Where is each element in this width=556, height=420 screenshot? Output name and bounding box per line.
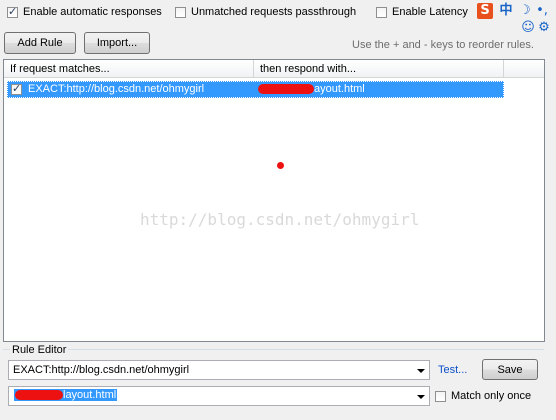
sogou-ime-icon[interactable]: S bbox=[477, 3, 493, 19]
import-button[interactable]: Import... bbox=[84, 32, 150, 54]
reorder-hint: Use the + and - keys to reorder rules. bbox=[352, 39, 534, 51]
respond-with-text: layout.html bbox=[63, 389, 117, 401]
rule-respond-cell: ayout.html bbox=[258, 83, 365, 95]
unmatched-passthrough-label: Unmatched requests passthrough bbox=[191, 6, 357, 18]
match-only-once-checkbox[interactable] bbox=[435, 391, 446, 402]
rule-match-cell: EXACT:http://blog.csdn.net/ohmygirl bbox=[28, 83, 205, 95]
enable-automatic-responses-checkbox[interactable] bbox=[7, 5, 18, 18]
add-rule-button[interactable]: Add Rule bbox=[4, 32, 76, 54]
respond-with-value: layout.html bbox=[14, 389, 118, 401]
enable-latency-checkbox[interactable] bbox=[376, 7, 387, 18]
rules-list[interactable]: If request matches... then respond with.… bbox=[3, 59, 545, 342]
chevron-down-icon[interactable] bbox=[417, 369, 425, 373]
rule-enabled-checkbox[interactable] bbox=[11, 82, 22, 95]
enable-automatic-responses-label: Enable automatic responses bbox=[23, 6, 162, 18]
gear-icon[interactable]: ⚙ bbox=[536, 20, 552, 36]
enable-latency-label: Enable Latency bbox=[392, 6, 468, 18]
test-link[interactable]: Test... bbox=[438, 364, 467, 376]
table-row[interactable]: EXACT:http://blog.csdn.net/ohmygirl ayou… bbox=[7, 81, 504, 98]
emoji-icon[interactable]: ☺ bbox=[520, 20, 536, 36]
redaction-mark bbox=[258, 84, 314, 95]
ime-chinese-mode-icon[interactable]: 中 bbox=[498, 3, 514, 19]
column-header-request-matches[interactable]: If request matches... bbox=[4, 60, 254, 78]
column-header-filler bbox=[504, 60, 544, 78]
save-button[interactable]: Save bbox=[482, 359, 538, 380]
punctuation-icon[interactable]: •, bbox=[534, 3, 550, 19]
redaction-dot bbox=[277, 162, 284, 169]
match-only-once-label: Match only once bbox=[451, 390, 532, 402]
redaction-mark bbox=[15, 390, 63, 401]
moon-icon[interactable]: ☽ bbox=[517, 3, 533, 19]
column-header-respond-with[interactable]: then respond with... bbox=[254, 60, 504, 78]
rule-respond-text: ayout.html bbox=[314, 83, 365, 95]
match-pattern-combobox[interactable]: EXACT:http://blog.csdn.net/ohmygirl bbox=[8, 360, 430, 380]
match-pattern-value: EXACT:http://blog.csdn.net/ohmygirl bbox=[13, 364, 190, 376]
respond-with-combobox[interactable]: layout.html bbox=[8, 386, 430, 406]
rule-editor-title: Rule Editor bbox=[10, 344, 69, 356]
unmatched-passthrough-checkbox[interactable] bbox=[175, 7, 186, 18]
chevron-down-icon[interactable] bbox=[417, 395, 425, 399]
watermark: http://blog.csdn.net/ohmygirl bbox=[140, 210, 420, 229]
